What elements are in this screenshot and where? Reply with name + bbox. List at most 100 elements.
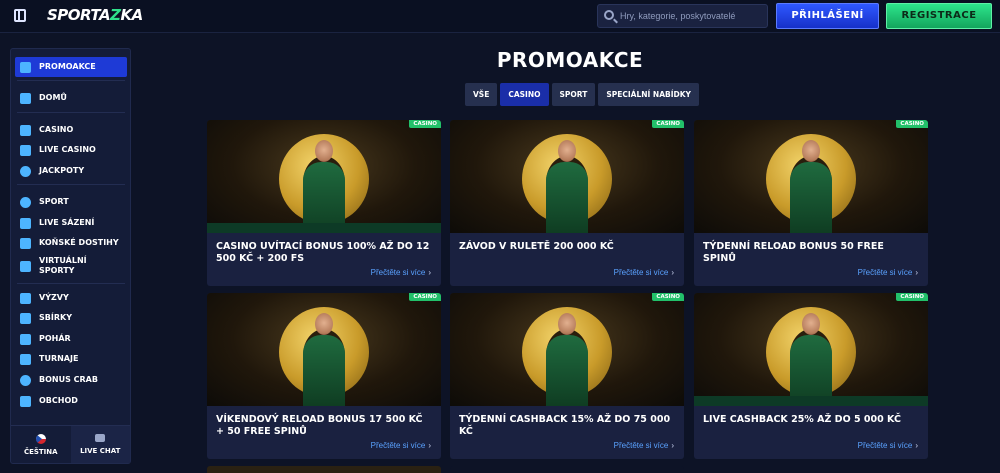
promo-title: CASINO UVÍTACÍ BONUS 100% AŽ DO 12 500 K… [216, 241, 430, 264]
sidebar-item-label: SBÍRKY [39, 313, 72, 322]
read-more-link[interactable]: Přečtěte si více › [614, 268, 674, 277]
dealer-figure [790, 140, 832, 233]
promo-card-peek[interactable] [207, 466, 441, 473]
language-selector[interactable]: ČEŠTINA [11, 426, 71, 463]
live-chat-button[interactable]: LIVE CHAT [70, 426, 130, 463]
casino-table [694, 396, 928, 406]
logo-text: SPORTA [47, 6, 111, 24]
czech-flag-icon [35, 433, 46, 444]
shop-icon [20, 395, 31, 407]
sidebar-item-sport[interactable]: SPORT [15, 192, 127, 212]
virtual-sport-icon [20, 260, 31, 272]
sidebar-item-pohar[interactable]: POHÁR [15, 329, 127, 349]
sidebar: PROMOAKCE DOMŮ CASINO LIVE CASINO JACKPO… [10, 48, 131, 464]
sidebar-toggle-icon[interactable] [14, 9, 26, 22]
read-more-link[interactable]: Přečtěte si více › [614, 441, 674, 450]
promo-image [450, 293, 684, 406]
sidebar-item-bonus-crab[interactable]: BONUS CRAB [15, 370, 127, 390]
sidebar-item-domu[interactable]: DOMŮ [15, 88, 127, 108]
casino-badge: CASINO [652, 293, 684, 301]
read-more-label: Přečtěte si více [613, 268, 669, 277]
sidebar-item-sbirky[interactable]: SBÍRKY [15, 308, 127, 328]
read-more-link[interactable]: Přečtěte si více › [858, 441, 918, 450]
dealer-figure [303, 140, 345, 233]
promo-card[interactable]: CASINO CASINO UVÍTACÍ BONUS 100% AŽ DO 1… [207, 120, 441, 286]
promo-card[interactable]: CASINO TÝDENNÍ CASHBACK 15% AŽ DO 75 000… [450, 293, 684, 459]
promo-card[interactable]: CASINO LIVE CASHBACK 25% AŽ DO 5 000 KČ … [694, 293, 928, 459]
chevron-right-icon: › [671, 441, 674, 450]
sidebar-footer: ČEŠTINA LIVE CHAT [11, 425, 130, 463]
sidebar-item-label: LIVE CASINO [39, 145, 96, 154]
read-more-label: Přečtěte si více [370, 268, 426, 277]
gift-icon [20, 61, 31, 73]
sidebar-item-label: VIRTUÁLNÍ SPORTY [39, 256, 87, 275]
top-header: SPORTAZKA PŘIHLÁŠENÍ REGISTRACE [0, 0, 1000, 33]
promo-card[interactable]: CASINO TÝDENNÍ RELOAD BONUS 50 FREE SPIN… [694, 120, 928, 286]
chevron-right-icon: › [915, 268, 918, 277]
sidebar-item-obchod[interactable]: OBCHOD [15, 391, 127, 411]
promo-title: LIVE CASHBACK 25% AŽ DO 5 000 KČ [703, 414, 901, 425]
tab-casino[interactable]: CASINO [500, 83, 549, 106]
cup-icon [20, 333, 31, 345]
slot-machine-icon [20, 124, 31, 136]
dealer-figure [303, 313, 345, 406]
page-title: PROMOAKCE [496, 48, 644, 72]
promo-image [207, 293, 441, 406]
crab-icon [20, 374, 31, 386]
search-box [597, 4, 768, 28]
sidebar-item-turnaje[interactable]: TURNAJE [15, 349, 127, 369]
promo-title: TÝDENNÍ CASHBACK 15% AŽ DO 75 000 KČ [459, 414, 671, 437]
casino-table [207, 223, 441, 233]
read-more-label: Přečtěte si více [370, 441, 426, 450]
divider [17, 112, 125, 113]
sportaza-logo[interactable]: SPORTAZKA [47, 6, 143, 26]
tab-vse[interactable]: VŠE [465, 83, 498, 106]
sidebar-item-virtualni-sporty[interactable]: VIRTUÁLNÍ SPORTY [15, 254, 127, 278]
sidebar-item-label: KOŇSKÉ DOSTIHY [39, 238, 119, 247]
promo-card[interactable]: CASINO VÍKENDOVÝ RELOAD BONUS 17 500 KČ … [207, 293, 441, 459]
chevron-right-icon: › [671, 268, 674, 277]
sidebar-item-label: OBCHOD [39, 396, 78, 405]
read-more-link[interactable]: Přečtěte si více › [858, 268, 918, 277]
tab-specialni-nabidky[interactable]: SPECIÁLNÍ NABÍDKY [598, 83, 699, 106]
promo-card[interactable]: CASINO ZÁVOD V RULETĚ 200 000 KČ Přečtět… [450, 120, 684, 286]
search-input[interactable] [620, 8, 760, 24]
tab-sport[interactable]: SPORT [551, 83, 596, 106]
sidebar-item-label: VÝZVY [39, 293, 69, 302]
sidebar-item-label: CASINO [39, 125, 74, 134]
sidebar-item-label: SPORT [39, 197, 69, 206]
register-button[interactable]: REGISTRACE [886, 3, 992, 29]
sidebar-item-label: TURNAJE [39, 354, 79, 363]
sidebar-item-label: POHÁR [39, 334, 71, 343]
sidebar-item-konske-dostihy[interactable]: KOŇSKÉ DOSTIHY [15, 233, 127, 253]
promo-image [694, 293, 928, 406]
sidebar-item-live-casino[interactable]: LIVE CASINO [15, 140, 127, 160]
casino-badge: CASINO [896, 293, 928, 301]
clover-icon [20, 165, 31, 177]
language-label: ČEŠTINA [23, 447, 58, 456]
promo-image [694, 120, 928, 233]
home-icon [20, 92, 31, 104]
sidebar-item-label: DOMŮ [39, 93, 67, 102]
search-icon [604, 10, 614, 20]
login-button[interactable]: PŘIHLÁŠENÍ [776, 3, 879, 29]
sidebar-item-promoakce[interactable]: PROMOAKCE [15, 57, 127, 77]
sidebar-item-casino[interactable]: CASINO [15, 120, 127, 140]
sidebar-item-jackpoty[interactable]: JACKPOTY [15, 161, 127, 181]
sidebar-item-label: LIVE SÁZENÍ [39, 218, 95, 227]
chevron-right-icon: › [915, 441, 918, 450]
sidebar-item-label: BONUS CRAB [39, 375, 98, 384]
soccer-ball-icon [20, 196, 31, 208]
sidebar-item-vyzvy[interactable]: VÝZVY [15, 288, 127, 308]
casino-badge: CASINO [409, 120, 441, 128]
read-more-link[interactable]: Přečtěte si více › [371, 441, 431, 450]
chevron-right-icon: › [428, 441, 431, 450]
promo-title: VÍKENDOVÝ RELOAD BONUS 17 500 KČ + 50 FR… [216, 414, 423, 437]
read-more-link[interactable]: Přečtěte si více › [371, 268, 431, 277]
tournament-icon [20, 353, 31, 365]
sidebar-item-label: PROMOAKCE [39, 62, 96, 71]
sidebar-item-live-sazeni[interactable]: LIVE SÁZENÍ [15, 213, 127, 233]
live-stats-icon [20, 217, 31, 229]
logo-text-end: KA [120, 6, 144, 24]
horse-icon [20, 237, 31, 249]
